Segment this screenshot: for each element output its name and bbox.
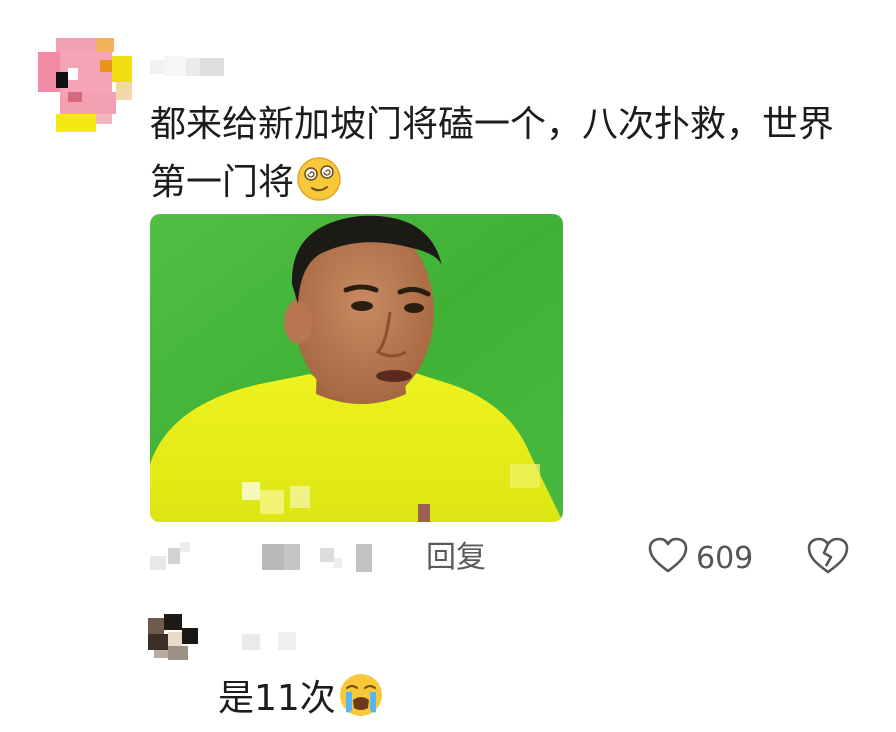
- reply-button[interactable]: 回复: [426, 536, 486, 580]
- reply-avatar[interactable]: [148, 614, 206, 660]
- like-count: 609: [696, 540, 754, 576]
- comment-meta: [150, 536, 390, 576]
- comment-body: 都来给新加坡门将磕一个，八次扑救，世界第一门将: [150, 104, 835, 203]
- reply-body: 是11次: [218, 678, 336, 719]
- crying-face-emoji-icon: [338, 672, 384, 718]
- spiral-eyes-emoji-icon: [296, 156, 342, 202]
- username[interactable]: [150, 56, 226, 78]
- reply-username[interactable]: [242, 632, 306, 652]
- dislike-button[interactable]: [806, 536, 850, 580]
- like-button[interactable]: 609: [648, 534, 753, 582]
- reply-text: 是11次: [218, 672, 384, 724]
- heart-icon: [648, 537, 688, 579]
- comment-image[interactable]: [150, 214, 563, 522]
- comment-actions: 回复 609: [150, 528, 870, 588]
- comment-text: 都来给新加坡门将磕一个，八次扑救，世界第一门将: [150, 96, 850, 212]
- broken-heart-icon: [806, 537, 850, 580]
- avatar[interactable]: [38, 38, 132, 132]
